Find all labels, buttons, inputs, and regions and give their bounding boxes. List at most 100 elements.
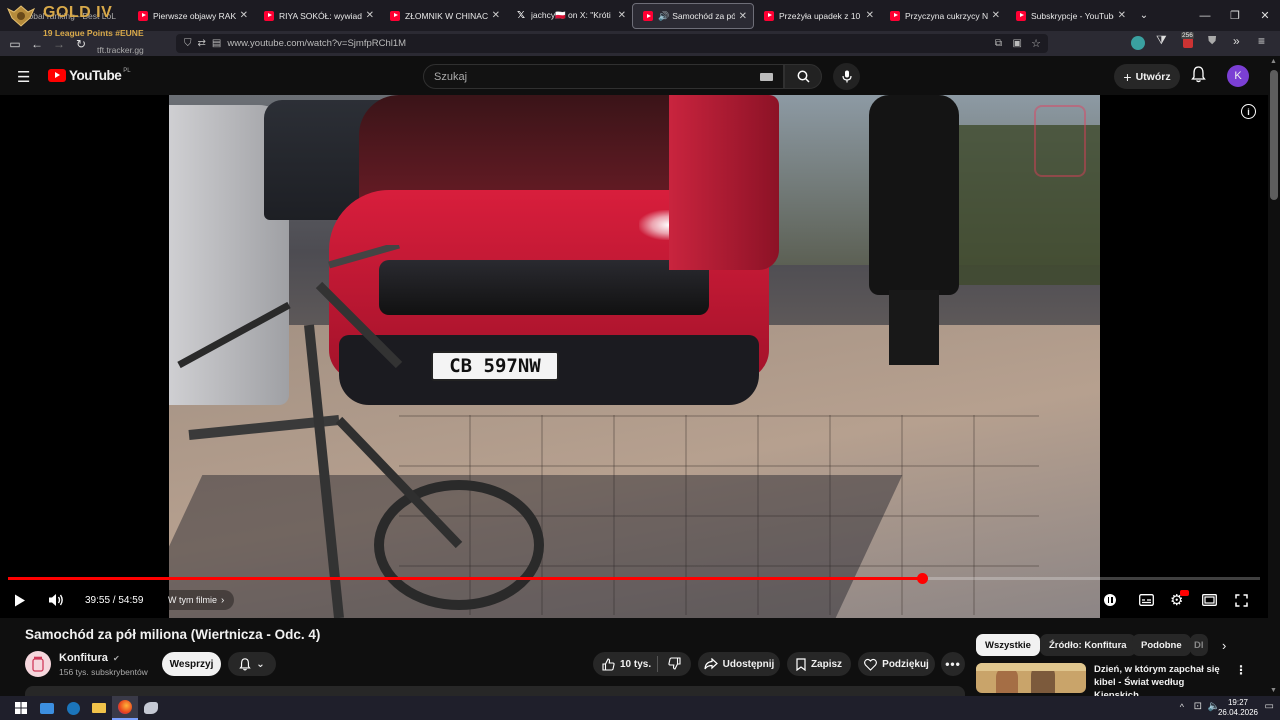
search-input[interactable]: Szukaj	[423, 64, 784, 89]
more-tools-icon[interactable]: »	[1233, 34, 1240, 48]
reload-button[interactable]: ↻	[70, 33, 92, 55]
search-button[interactable]	[784, 64, 822, 89]
system-clock[interactable]: 19:27 26.04.2026	[1218, 698, 1258, 718]
close-icon[interactable]: ✕	[618, 10, 626, 21]
bookmark-star-icon[interactable]: ☆	[1031, 37, 1041, 50]
settings-button[interactable]: ⚙	[1170, 589, 1189, 611]
thanks-button[interactable]: Podziękuj	[858, 652, 935, 676]
forward-button[interactable]: →	[48, 33, 70, 55]
minimize-button[interactable]: —	[1190, 0, 1220, 31]
more-vertical-icon[interactable]: ⋮	[1235, 663, 1247, 677]
tab-riya[interactable]: RIYA SOKÓŁ: wywiad, pie ✕	[254, 0, 380, 31]
tray-chevron-icon[interactable]: ^	[1180, 702, 1184, 712]
share-button[interactable]: Udostępnij	[698, 652, 780, 676]
scroll-down-icon[interactable]: ▼	[1270, 687, 1277, 694]
close-window-button[interactable]: ✕	[1250, 0, 1280, 31]
chip-source[interactable]: Źródło: Konfitura	[1040, 634, 1136, 656]
url-bar[interactable]: ⛉ ⇄ ▤ www.youtube.com/watch?v=SjmfpRChl1…	[176, 34, 1048, 53]
steam-icon	[66, 701, 80, 715]
autoplay-icon	[1104, 594, 1116, 606]
close-icon[interactable]: ✕	[866, 10, 874, 21]
voice-search-button[interactable]	[833, 63, 860, 90]
youtube-logo-icon	[48, 69, 66, 82]
extensions-icon[interactable]: ⧩	[1156, 33, 1167, 48]
close-icon[interactable]: ✕	[240, 10, 248, 21]
fullscreen-button[interactable]	[1235, 589, 1248, 611]
scrubber-handle[interactable]	[916, 573, 928, 584]
tab-cukrzyca[interactable]: Przyczyna cukrzycy NR1 ✕	[880, 0, 1006, 31]
start-button[interactable]	[8, 696, 34, 720]
network-icon[interactable]: ⊡	[1194, 701, 1202, 712]
more-actions-button[interactable]: •••	[941, 652, 965, 676]
scroll-up-icon[interactable]: ▲	[1270, 58, 1277, 65]
subtitles-icon	[1139, 594, 1154, 606]
miniplayer-button[interactable]	[1202, 589, 1217, 611]
tab-x[interactable]: 𝕏 jachcy🇵🇱 on X: "Króti ✕	[506, 0, 632, 31]
reader-view-icon[interactable]: ▣	[1013, 38, 1022, 49]
play-button[interactable]	[14, 589, 26, 611]
sidebar-toggle-icon[interactable]: ▭	[4, 33, 26, 55]
speaker-icon[interactable]: 🔊	[658, 11, 669, 22]
channel-name[interactable]: Konfitura ✔	[59, 652, 120, 664]
chip-all[interactable]: Wszystkie	[976, 634, 1040, 656]
notification-settings-button[interactable]: ⌄	[228, 652, 276, 676]
picture-in-picture-icon[interactable]: ⧉	[995, 38, 1002, 49]
dislike-button[interactable]	[668, 657, 681, 675]
taskbar-desktop-app[interactable]	[34, 696, 60, 720]
notifications-button[interactable]	[1191, 66, 1206, 88]
chip-more[interactable]: Dl	[1190, 634, 1208, 656]
chapters-button[interactable]: W tym filmie ›	[158, 590, 235, 610]
x-icon: 𝕏	[516, 9, 526, 21]
pause-autoplay-toggle[interactable]	[1104, 589, 1116, 611]
tab-zlomnik[interactable]: ZŁOMNIK W CHINACH # ✕	[380, 0, 506, 31]
tab-list-button[interactable]: ⌄	[1132, 0, 1156, 31]
close-icon[interactable]: ✕	[492, 10, 500, 21]
permissions-icon[interactable]: ⇄	[198, 38, 206, 49]
close-icon[interactable]: ✕	[739, 11, 747, 22]
bookmark-icon	[796, 657, 806, 671]
taskbar-steam[interactable]	[60, 696, 86, 720]
page-scrollbar[interactable]: ▲ ▼	[1268, 56, 1280, 696]
tab-lol[interactable]: Global ranking - Best LoL	[0, 0, 128, 31]
close-icon[interactable]: ✕	[1118, 10, 1126, 21]
recommendation-thumbnail[interactable]	[976, 663, 1086, 693]
volume-button[interactable]	[48, 589, 64, 611]
create-button[interactable]: + Utwórz	[1114, 64, 1180, 89]
progress-bar[interactable]	[8, 573, 1260, 584]
scrollbar-thumb[interactable]	[1270, 70, 1278, 200]
save-button[interactable]: Zapisz	[787, 652, 851, 676]
subtitles-button[interactable]	[1139, 589, 1154, 611]
support-button[interactable]: Wesprzyj	[162, 652, 221, 676]
tab-raka[interactable]: Pierwsze objawy RAKA P ✕	[128, 0, 254, 31]
channel-avatar[interactable]	[25, 651, 51, 677]
close-icon[interactable]: ✕	[992, 10, 1000, 21]
taskbar-firefox[interactable]	[112, 696, 138, 720]
user-avatar[interactable]: K	[1227, 65, 1249, 87]
ublock-icon[interactable]: ⛊	[1208, 35, 1216, 48]
taskbar-app[interactable]	[138, 696, 164, 720]
hd-badge-icon	[1180, 590, 1189, 596]
chevron-right-icon[interactable]: ›	[1222, 638, 1226, 653]
extension-vpn-icon[interactable]	[1131, 36, 1145, 50]
hamburger-menu-icon[interactable]: ☰	[17, 68, 30, 86]
thumbs-up-icon	[602, 657, 615, 671]
volume-icon	[49, 594, 63, 606]
youtube-logo[interactable]: YouTube PL	[48, 68, 131, 83]
shield-icon[interactable]: ⛉	[184, 38, 192, 49]
chip-similar[interactable]: Podobne	[1132, 634, 1191, 656]
tab-subskrypcje[interactable]: Subskrypcje - YouTube ✕	[1006, 0, 1132, 31]
notifications-tray-icon[interactable]: ▭	[1265, 701, 1274, 712]
tab-przezyla[interactable]: Przeżyła upadek z 10 000 ✕	[754, 0, 880, 31]
info-icon[interactable]: i	[1241, 104, 1256, 119]
close-icon[interactable]: ✕	[366, 10, 374, 21]
keyboard-icon[interactable]	[760, 73, 773, 81]
video-player[interactable]: CB 597NW i	[0, 95, 1268, 618]
maximize-button[interactable]: ❐	[1220, 0, 1250, 31]
description-box[interactable]	[25, 686, 965, 696]
monitor-icon	[40, 702, 54, 714]
taskbar-file-explorer[interactable]	[86, 696, 112, 720]
back-button[interactable]: ←	[26, 33, 48, 55]
extension-badge-icon[interactable]: 256	[1181, 32, 1197, 51]
tab-active-samochod[interactable]: 🔊 Samochód za pół m ✕	[632, 3, 754, 29]
menu-icon[interactable]: ≡	[1258, 34, 1265, 48]
